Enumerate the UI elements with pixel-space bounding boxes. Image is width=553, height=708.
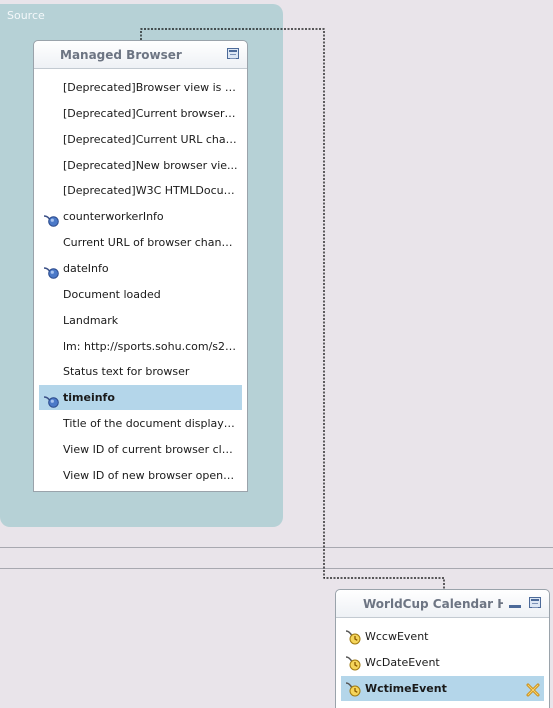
- managed-browser-item-label: [Deprecated]Current browser t...: [63, 106, 238, 120]
- managed-browser-item-label: lm: http://sports.sohu.com/s20...: [63, 339, 238, 353]
- managed-browser-item[interactable]: timeinfo: [39, 385, 242, 411]
- managed-browser-item-label: [Deprecated]Browser view is cl...: [63, 81, 238, 94]
- managed-browser-item-label: Status text for browser: [63, 365, 190, 379]
- managed-browser-title: Managed Browser: [60, 48, 182, 62]
- calendar-item-label: WctimeEvent: [365, 681, 447, 695]
- managed-browser-item-label: [Deprecated]W3C HTMLDocum...: [63, 184, 238, 198]
- managed-browser-item[interactable]: Landmark: [39, 308, 242, 333]
- managed-browser-item[interactable]: [Deprecated]Current URL chan...: [39, 127, 242, 152]
- minimize-icon[interactable]: [509, 599, 521, 608]
- managed-browser-item-label: Title of the document displayed...: [63, 417, 238, 431]
- managed-browser-item[interactable]: View ID of current browser clos...: [39, 437, 242, 462]
- calendar-panel[interactable]: WorldCup Calendar H... WccwEvent WcDateEv…: [335, 589, 550, 708]
- calendar-item[interactable]: WctimeEvent: [341, 675, 544, 701]
- managed-browser-item-label: Current URL of browser chang...: [63, 236, 238, 250]
- managed-browser-item[interactable]: lm: http://sports.sohu.com/s20...: [39, 334, 242, 359]
- managed-browser-item[interactable]: Status text for browser: [39, 359, 242, 384]
- managed-browser-item[interactable]: [Deprecated]W3C HTMLDocum...: [39, 178, 242, 203]
- wired-event-icon: [345, 629, 361, 645]
- managed-browser-item-label: dateInfo: [63, 261, 109, 275]
- wired-event-icon: [345, 681, 361, 697]
- calendar-item-label: WcDateEvent: [365, 655, 440, 669]
- wired-data-icon: [43, 392, 59, 408]
- wired-data-icon: [43, 263, 59, 279]
- managed-browser-item-label: View ID of new browser opene...: [63, 468, 238, 482]
- calendar-header[interactable]: WorldCup Calendar H...: [336, 590, 549, 618]
- managed-browser-item[interactable]: [Deprecated]Browser view is cl...: [39, 75, 242, 100]
- managed-browser-item-label: [Deprecated]Current URL chan...: [63, 132, 238, 146]
- managed-browser-item[interactable]: Document loaded: [39, 282, 242, 307]
- managed-browser-item-label: [Deprecated]New browser vie...: [63, 158, 238, 172]
- wired-event-icon: [345, 655, 361, 671]
- managed-browser-item[interactable]: Current URL of browser chang...: [39, 230, 242, 255]
- calendar-item-label: WccwEvent: [365, 630, 429, 643]
- delete-wire-icon[interactable]: [526, 681, 540, 697]
- managed-browser-item-label: Landmark: [63, 313, 119, 327]
- managed-browser-item-label: View ID of current browser clos...: [63, 442, 238, 456]
- managed-browser-item-label: counterworkerInfo: [63, 210, 164, 224]
- managed-browser-item[interactable]: View ID of new browser opene...: [39, 463, 242, 488]
- managed-browser-panel[interactable]: Managed Browser [Deprecated]Browser view…: [33, 40, 248, 492]
- calendar-item[interactable]: WccwEvent: [341, 624, 544, 649]
- panel-menu-icon[interactable]: [529, 597, 541, 608]
- managed-browser-item[interactable]: [Deprecated]Current browser t...: [39, 101, 242, 126]
- managed-browser-item[interactable]: Title of the document displayed...: [39, 411, 242, 436]
- calendar-item[interactable]: WcDateEvent: [341, 650, 544, 675]
- managed-browser-item-label: Document loaded: [63, 287, 161, 301]
- managed-browser-item[interactable]: [Deprecated]New browser vie...: [39, 153, 242, 178]
- panel-menu-icon[interactable]: [227, 48, 239, 59]
- editor-divider[interactable]: [0, 547, 553, 569]
- managed-browser-item-label: timeinfo: [63, 391, 115, 405]
- managed-browser-item[interactable]: counterworkerInfo: [39, 204, 242, 229]
- calendar-title: WorldCup Calendar H...: [363, 597, 503, 611]
- source-area-label: Source: [7, 9, 45, 22]
- wired-data-icon: [43, 211, 59, 228]
- managed-browser-item[interactable]: dateInfo: [39, 256, 242, 281]
- managed-browser-header[interactable]: Managed Browser: [34, 41, 247, 69]
